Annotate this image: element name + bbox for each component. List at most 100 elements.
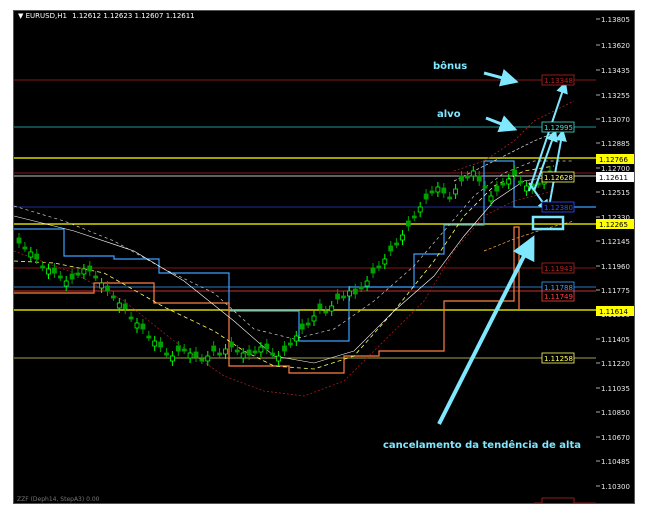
price-tick-label: 1.13805 xyxy=(601,16,630,24)
candle-body xyxy=(429,190,435,194)
candle-body xyxy=(111,295,116,299)
candle-body xyxy=(287,342,293,346)
svg-text:1.11614: 1.11614 xyxy=(599,308,628,316)
price-tick-label: 1.10300 xyxy=(601,483,630,491)
candle-body xyxy=(441,187,447,194)
candle-body xyxy=(518,180,523,184)
candle-body xyxy=(246,349,252,356)
candle-body xyxy=(488,195,494,202)
candle-body xyxy=(435,186,441,193)
candle-body xyxy=(464,175,470,179)
level-label: 1.12995 xyxy=(541,121,575,133)
price-scale[interactable]: 1.13805 1.13620 1.13435 1.13255 1.13070 1.128… xyxy=(596,10,635,504)
candle-body xyxy=(240,352,246,359)
chart-area[interactable]: 1.13348 1.12995 1.12628 1.12380 1.11943 1.117… xyxy=(13,10,597,504)
candle-body xyxy=(252,350,258,354)
candle-body xyxy=(52,267,57,274)
candle-body xyxy=(494,185,500,192)
candle-body xyxy=(370,267,376,274)
candle-body xyxy=(93,275,99,279)
candle-body xyxy=(258,346,264,353)
candle-body xyxy=(134,322,140,329)
ohlc-values: 1.12612 1.12623 1.12607 1.12611 xyxy=(72,12,195,20)
candle-body xyxy=(205,355,211,362)
svg-text:1.13348: 1.13348 xyxy=(544,77,573,85)
chart-canvas[interactable]: 1.13348 1.12995 1.12628 1.12380 1.11943 1.117… xyxy=(14,11,596,503)
candle-body xyxy=(228,341,234,348)
price-tick-label: 1.10485 xyxy=(601,458,630,466)
candle-body xyxy=(335,293,341,300)
candle-body xyxy=(217,352,223,356)
candle-body xyxy=(376,265,382,269)
price-tick-label: 1.11775 xyxy=(601,287,630,295)
candle-body xyxy=(323,310,329,314)
price-tick-label: 1.12885 xyxy=(601,140,630,148)
candle-body xyxy=(187,352,193,359)
level-label: 1.11258 xyxy=(541,352,575,364)
candle-body xyxy=(199,358,205,362)
candle-body xyxy=(16,237,22,244)
chart-header: ▼ EURUSD,H1 1.12612 1.12623 1.12607 1.12… xyxy=(18,12,195,20)
candle-body xyxy=(57,275,63,279)
candle-body xyxy=(394,242,400,246)
candle-body xyxy=(122,303,128,310)
level-label xyxy=(541,497,575,503)
candle-body xyxy=(164,352,169,356)
candle-body xyxy=(512,169,518,176)
price-tick-label: 1.13435 xyxy=(601,67,630,75)
candle-body xyxy=(81,268,87,275)
candle-body xyxy=(22,246,28,250)
price-marker: 1.12611 xyxy=(596,172,634,182)
triangle-down-icon[interactable]: ▼ xyxy=(18,12,23,20)
ma-yellow xyxy=(14,165,555,370)
candle-body xyxy=(423,193,429,200)
candle-body xyxy=(364,280,370,287)
symbol-label: EURUSD,H1 xyxy=(25,12,67,20)
level-label: 1.11749 xyxy=(541,290,575,302)
candle-body xyxy=(234,349,240,353)
candle-body xyxy=(358,286,364,290)
candle-body xyxy=(175,345,181,352)
indicator-footer: ZZF (Deph14, StepA3) 0.00 xyxy=(17,496,100,503)
cancel-zone-box xyxy=(531,215,565,231)
candle-body xyxy=(476,175,482,182)
candle-body xyxy=(87,265,93,272)
candle-body xyxy=(311,315,317,322)
candle-body xyxy=(223,348,228,355)
level-label: 1.12628 xyxy=(541,171,575,183)
bonus-annotation: bônus xyxy=(433,60,467,72)
candle-body xyxy=(146,335,152,339)
candle-body xyxy=(523,185,529,192)
candle-body xyxy=(352,288,358,295)
svg-text:1.12611: 1.12611 xyxy=(599,174,628,182)
band-white xyxy=(14,175,555,364)
candle-body xyxy=(211,345,217,352)
price-tick-label: 1.13620 xyxy=(601,42,630,50)
candle-body xyxy=(193,351,199,358)
candle-body xyxy=(181,348,187,352)
cancel-pointer-arrow xyxy=(437,235,535,425)
svg-text:1.11258: 1.11258 xyxy=(544,355,573,363)
candle-body xyxy=(99,282,104,289)
svg-text:1.12380: 1.12380 xyxy=(544,204,573,212)
price-tick-label: 1.11220 xyxy=(601,360,630,368)
candle-body xyxy=(411,215,417,219)
candle-body xyxy=(299,323,305,330)
price-tick-label: 1.10670 xyxy=(601,434,630,442)
cancel-annotation: cancelamento da tendência de alta xyxy=(383,439,581,451)
candle-body xyxy=(40,265,46,269)
candle-body xyxy=(264,343,270,350)
candle-body xyxy=(388,245,394,252)
candle-body xyxy=(169,355,175,362)
candle-body xyxy=(105,285,110,292)
svg-text:1.11943: 1.11943 xyxy=(544,265,573,273)
price-tick-label: 1.12145 xyxy=(601,238,630,246)
candle-body xyxy=(400,234,405,241)
target-annotation: alvo xyxy=(437,109,461,120)
candle-body xyxy=(28,251,34,258)
candle-body xyxy=(276,355,282,362)
level-label: 1.13348 xyxy=(541,74,575,86)
candle-body xyxy=(459,175,464,182)
price-tick-label: 1.13070 xyxy=(601,116,630,124)
level-label: 1.11788 xyxy=(541,281,575,293)
